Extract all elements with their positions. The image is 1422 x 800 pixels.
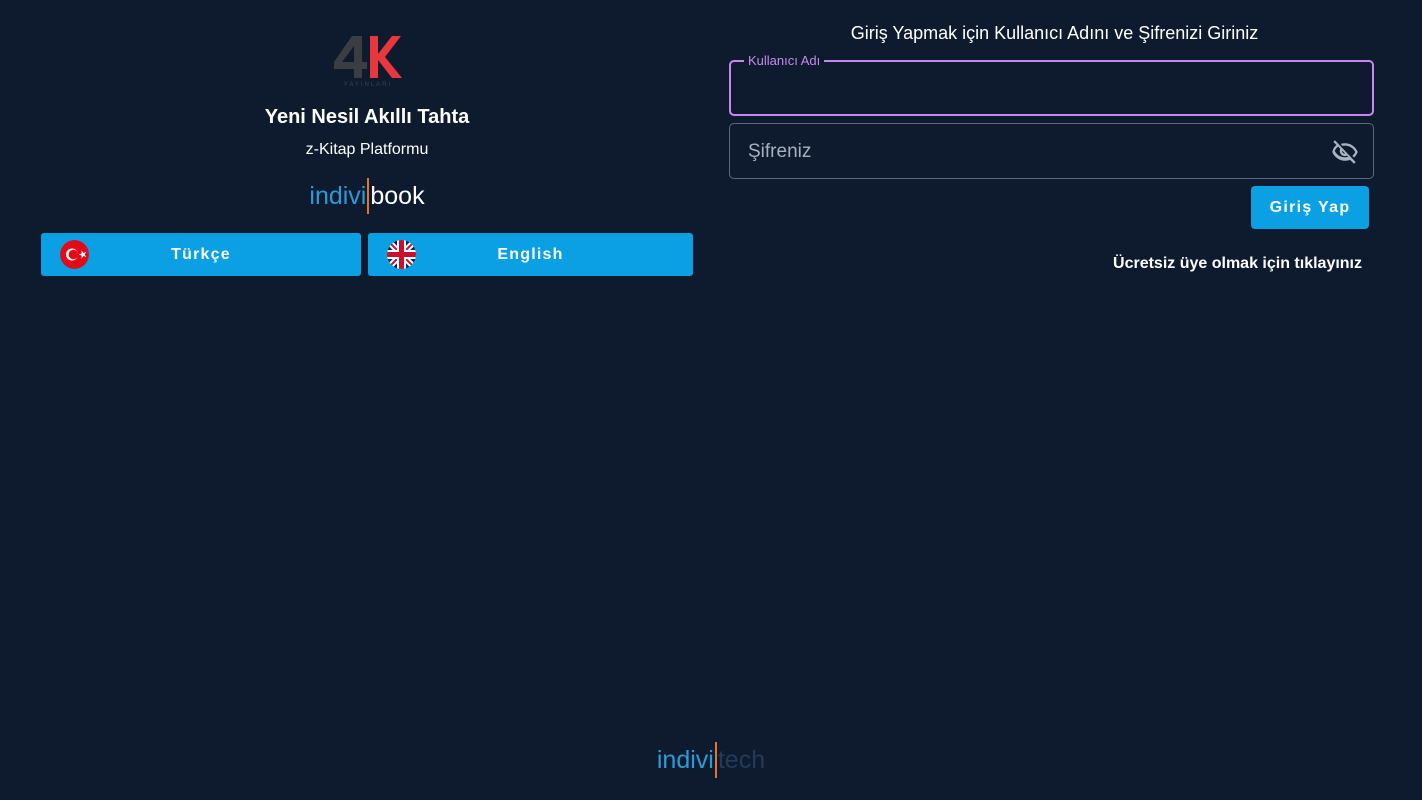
product-title: Yeni Nesil Akıllı Tahta	[264, 106, 470, 128]
brand-panel: YAYINLARI Yeni Nesil Akıllı Tahta z-Kita…	[41, 0, 693, 300]
turkey-flag-icon	[60, 240, 89, 269]
login-heading: Giriş Yapmak için Kullanıcı Adını ve Şif…	[850, 23, 1259, 43]
login-button[interactable]: Giriş Yap	[1251, 186, 1369, 229]
password-input[interactable]	[748, 140, 1308, 164]
indivitech-logo-part1: indivi	[656, 746, 714, 774]
4k-logo-mark	[334, 36, 402, 78]
language-button-turkish[interactable]: Türkçe	[41, 233, 361, 276]
indivibook-logo-part1: indivi	[309, 182, 367, 210]
4k-logo: YAYINLARI	[332, 34, 404, 90]
language-label-turkish: Türkçe	[171, 245, 231, 263]
logo-divider	[714, 742, 717, 778]
indivitech-logo-part2: tech	[717, 746, 766, 774]
4k-logo-subtitle: YAYINLARI	[343, 82, 393, 88]
uk-flag-icon	[387, 240, 416, 269]
username-input[interactable]	[747, 80, 1347, 104]
language-label-english: English	[497, 245, 564, 263]
login-screen: YAYINLARI Yeni Nesil Akıllı Tahta z-Kita…	[0, 0, 1422, 800]
indivibook-logo: indivi book	[41, 178, 693, 214]
signup-link[interactable]: Ücretsiz üye olmak için tıklayınız	[1060, 255, 1362, 273]
eye-off-icon[interactable]	[1331, 138, 1359, 166]
password-field[interactable]	[729, 123, 1374, 179]
language-button-english[interactable]: English	[368, 233, 693, 276]
indivibook-logo-part2: book	[370, 182, 425, 210]
product-subtitle: z-Kitap Platformu	[305, 141, 429, 158]
indivitech-logo: indivi tech	[0, 742, 1422, 778]
username-label: Kullanıcı Adı	[744, 53, 825, 69]
username-field[interactable]: Kullanıcı Adı	[729, 53, 1374, 116]
